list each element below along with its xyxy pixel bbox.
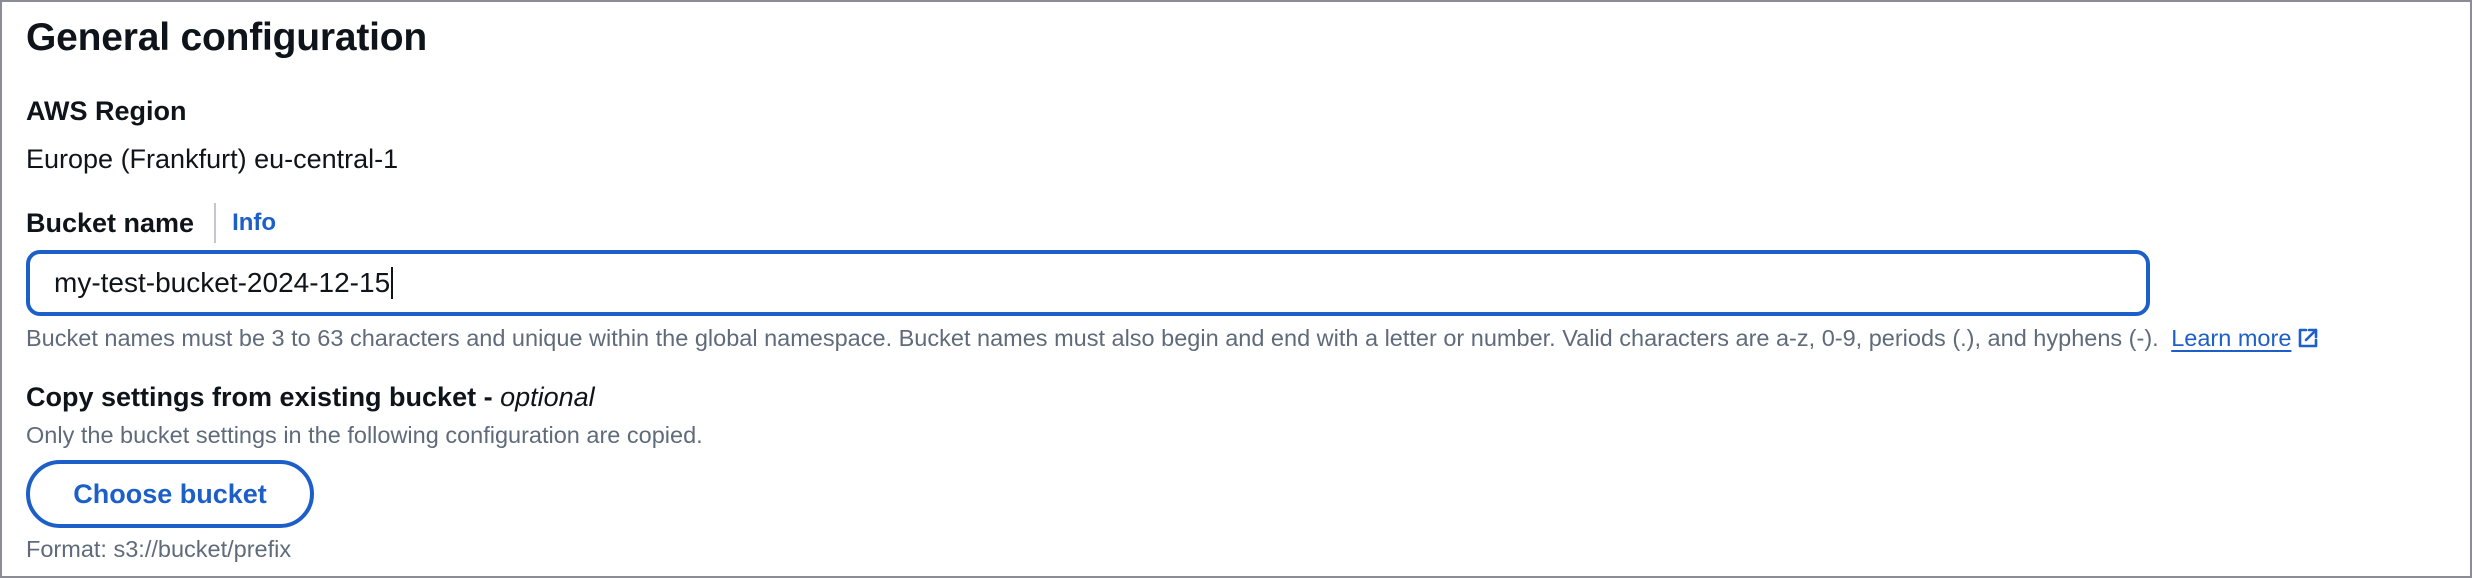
bucket-name-hint: Bucket names must be 3 to 63 characters … <box>26 325 2319 352</box>
learn-more-label: Learn more <box>2171 325 2292 351</box>
copy-settings-description: Only the bucket settings in the followin… <box>26 422 703 448</box>
aws-region-value: Europe (Frankfurt) eu-central-1 <box>26 144 399 174</box>
choose-bucket-button[interactable]: Choose bucket <box>26 460 314 528</box>
bucket-name-label-row: Bucket name Info <box>26 202 276 244</box>
aws-region-label: AWS Region <box>26 96 187 126</box>
learn-more-link[interactable]: Learn more <box>2171 325 2319 351</box>
copy-settings-label-text: Copy settings from existing bucket - <box>26 382 501 412</box>
external-link-icon <box>2299 328 2318 348</box>
text-caret <box>391 267 394 299</box>
section-title: General configuration <box>26 16 428 59</box>
label-divider <box>214 203 217 243</box>
bucket-name-label: Bucket name <box>26 207 195 238</box>
info-link[interactable]: Info <box>232 209 276 237</box>
bucket-name-hint-text: Bucket names must be 3 to 63 characters … <box>26 325 2159 351</box>
copy-settings-label: Copy settings from existing bucket - opt… <box>26 382 595 413</box>
bucket-name-input-value: my-test-bucket-2024-12-15 <box>54 267 391 298</box>
optional-marker: optional <box>500 382 595 412</box>
format-hint: Format: s3://bucket/prefix <box>26 536 292 562</box>
general-configuration-panel: General configuration AWS Region Europe … <box>0 0 2472 578</box>
bucket-name-input[interactable]: my-test-bucket-2024-12-15 <box>26 250 2150 316</box>
